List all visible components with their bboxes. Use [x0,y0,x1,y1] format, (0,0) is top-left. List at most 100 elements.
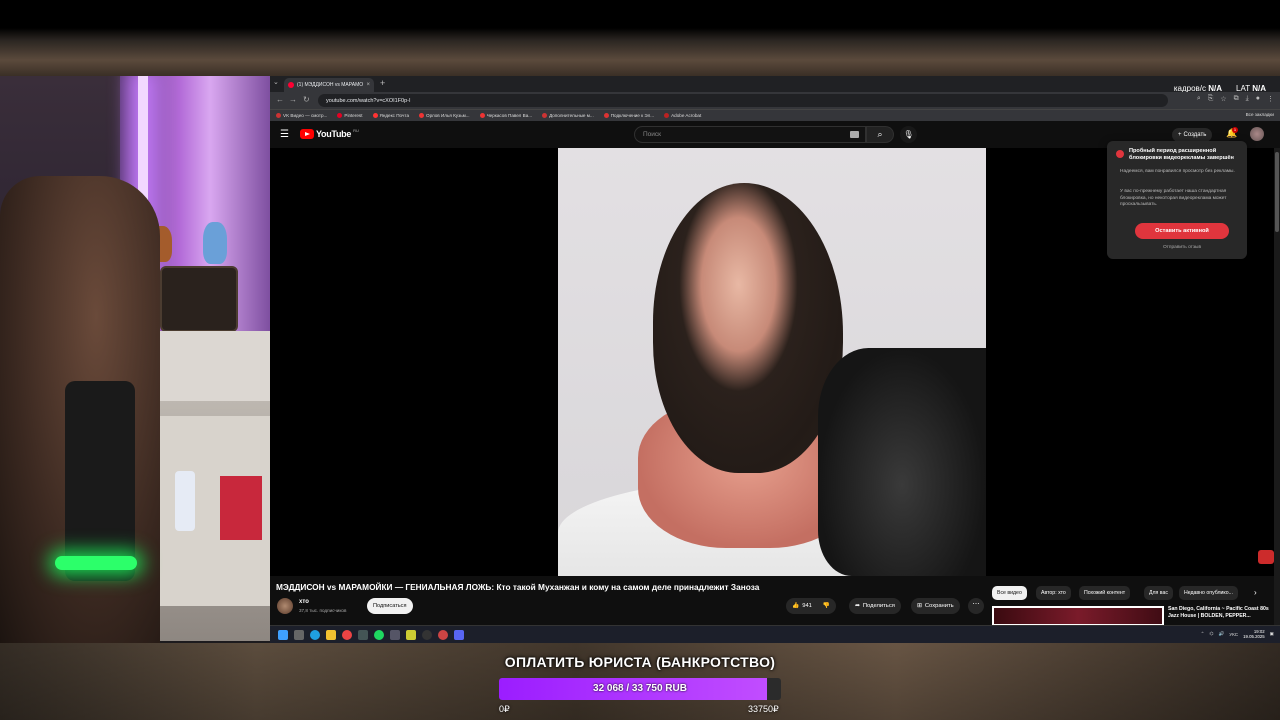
subscribe-button[interactable]: Подписаться [367,598,413,614]
search-button[interactable]: ⌕ [866,126,894,143]
webcam-microphone [65,381,135,581]
like-count: 941 [802,603,812,609]
spotify-icon[interactable] [374,630,384,640]
youtube-logo[interactable]: YouTube RU [300,127,359,139]
thumbs-down-icon[interactable]: 👎 [823,603,830,609]
app-icon[interactable] [438,630,448,640]
scrollbar-thumb[interactable] [1275,152,1279,232]
bookmarks-bar: VK Видео — смотр... Pinterest Яндекс Поч… [270,109,1280,121]
tab-search-icon[interactable]: ⌄ [273,78,279,86]
bookmark-item[interactable]: VK Видео — смотр... [276,113,327,118]
background-top [0,0,1280,76]
close-icon[interactable]: × [366,82,370,88]
bookmark-item[interactable]: Дополнительные м... [542,113,594,118]
extensions-icon[interactable]: ⧉ [1234,95,1239,103]
url-field[interactable]: youtube.com/watch?v=cXOI1F0p-I [318,94,1168,107]
recommended-title[interactable]: San Diego, California ~ Pacific Coast 80… [1168,606,1276,620]
bookmark-item[interactable]: Орлов Илья Кузьм... [419,113,470,118]
bookmark-item[interactable]: Яндекс Почта [372,113,409,118]
network-icon[interactable]: ⌬ [1210,631,1214,637]
obs-icon[interactable] [422,630,432,640]
popup-text: У вас по-прежнему работает наша стандарт… [1120,189,1227,207]
donation-progress-bar: 32 068 / 33 750 RUB [499,678,781,700]
chip-recent[interactable]: Недавно опублико... [1179,586,1238,600]
chevron-right-icon[interactable]: › [1254,588,1257,597]
save-icon: ⊞ [917,603,922,609]
notification-center-icon[interactable]: ▣ [1270,631,1274,637]
stream-screen: ⌄ (1) МЭДДИСОН vs МАРАМОЙКИ × + кадров/с… [0,0,1280,720]
chip-all[interactable]: Все видео [992,586,1027,600]
bookmark-item[interactable]: Pinterest [337,113,363,118]
save-label: Сохранить [924,603,954,609]
discord-icon[interactable] [454,630,464,640]
install-icon[interactable]: ⎘ [1208,95,1214,103]
bookmark-item[interactable]: Adobe Acrobat [664,113,701,118]
video-frame [558,148,986,576]
bookmark-item[interactable]: Подключение к Эл... [603,113,654,118]
webcam-speaker [160,266,238,332]
youtube-favicon-icon [288,82,294,88]
taskview-icon[interactable] [294,630,304,640]
donation-amount: 32 068 / 33 750 RUB [593,683,687,694]
country-code: RU [353,127,359,133]
youtube-wordmark: YouTube [316,129,352,139]
bookmark-item[interactable]: Черкасов Павел Ва... [479,113,532,118]
keep-active-button[interactable]: Оставить активной [1135,223,1229,239]
chip-similar[interactable]: Похожий контент [1079,586,1131,600]
donation-min-label: 0₽ [499,704,510,714]
floating-youtube-icon[interactable] [1258,550,1274,564]
webcam-mic-light [55,556,137,570]
adblock-popup: Пробный период расширенной блокировки ви… [1107,141,1247,259]
edge-icon[interactable] [310,630,320,640]
reload-icon[interactable]: ↻ [303,95,310,104]
taskbar: ⌃ ⌬ 🔊 УКС 19:02 19.05.2025 ▣ [270,625,1280,643]
clock[interactable]: 19:02 19.05.2025 [1243,629,1265,639]
create-button[interactable]: + Создать [1172,128,1213,142]
share-label: Поделиться [862,603,895,609]
donation-goal-title: ОПЛАТИТЬ ЮРИСТА (БАНКРОТСТВО) [504,654,776,670]
feedback-link[interactable]: Отправить отзыв [1107,245,1257,250]
keyboard-icon[interactable] [850,131,859,138]
app-icon[interactable] [390,630,400,640]
popup-text: Надеемся, вам понравился просмотр без ре… [1120,169,1235,174]
recommended-thumbnail[interactable] [992,606,1164,626]
share-icon: ➦ [855,603,860,609]
folder-icon[interactable] [326,630,336,640]
system-tray: ⌃ ⌬ 🔊 УКС 19:02 19.05.2025 ▣ [1201,629,1274,639]
app-icon[interactable] [406,630,416,640]
tray-chevron-icon[interactable]: ⌃ [1201,631,1205,637]
tab-youtube[interactable]: (1) МЭДДИСОН vs МАРАМОЙКИ × [284,78,374,92]
language-indicator[interactable]: УКС [1229,632,1238,637]
downloads-icon[interactable]: ⤓ [1246,95,1249,103]
menu-burger-icon[interactable]: ☰ [280,129,289,140]
search-icon: ⌕ [877,129,883,139]
search-input[interactable]: Поиск [634,126,866,143]
volume-icon[interactable]: 🔊 [1219,631,1225,637]
zoom-icon[interactable]: ⌕ [1197,95,1201,103]
share-button[interactable]: ➦ Поделиться [849,598,901,614]
avatar[interactable] [1250,127,1264,141]
chip-for-you[interactable]: Для вас [1144,586,1173,600]
forward-icon[interactable]: → [289,95,297,104]
channel-avatar[interactable] [277,598,293,614]
adblock-icon [1116,150,1124,158]
chrome-icon[interactable] [342,630,352,640]
channel-name[interactable]: хто [299,599,309,605]
video-gear [818,348,986,576]
menu-icon[interactable]: ⋮ [1267,95,1274,103]
like-button[interactable]: 👍 941 👎 [786,598,837,614]
new-tab-button[interactable]: + [380,78,385,88]
steam-icon[interactable] [358,630,368,640]
profile-icon[interactable]: ● [1256,95,1260,103]
more-actions-icon[interactable]: ⋯ [968,598,984,614]
search-placeholder: Поиск [643,131,662,138]
webcam-bottle [175,471,195,531]
start-icon[interactable] [278,630,288,640]
save-button[interactable]: ⊞ Сохранить [911,598,960,614]
back-icon[interactable]: ← [276,95,284,104]
channel-subscribers: 37,8 тыс. подписчиков [299,608,347,613]
all-bookmarks[interactable]: Все закладки [1246,112,1274,117]
voice-search-button[interactable]: 🎙 [900,126,917,143]
chip-author[interactable]: Автор: хто [1036,586,1071,600]
star-icon[interactable]: ☆ [1220,95,1226,103]
